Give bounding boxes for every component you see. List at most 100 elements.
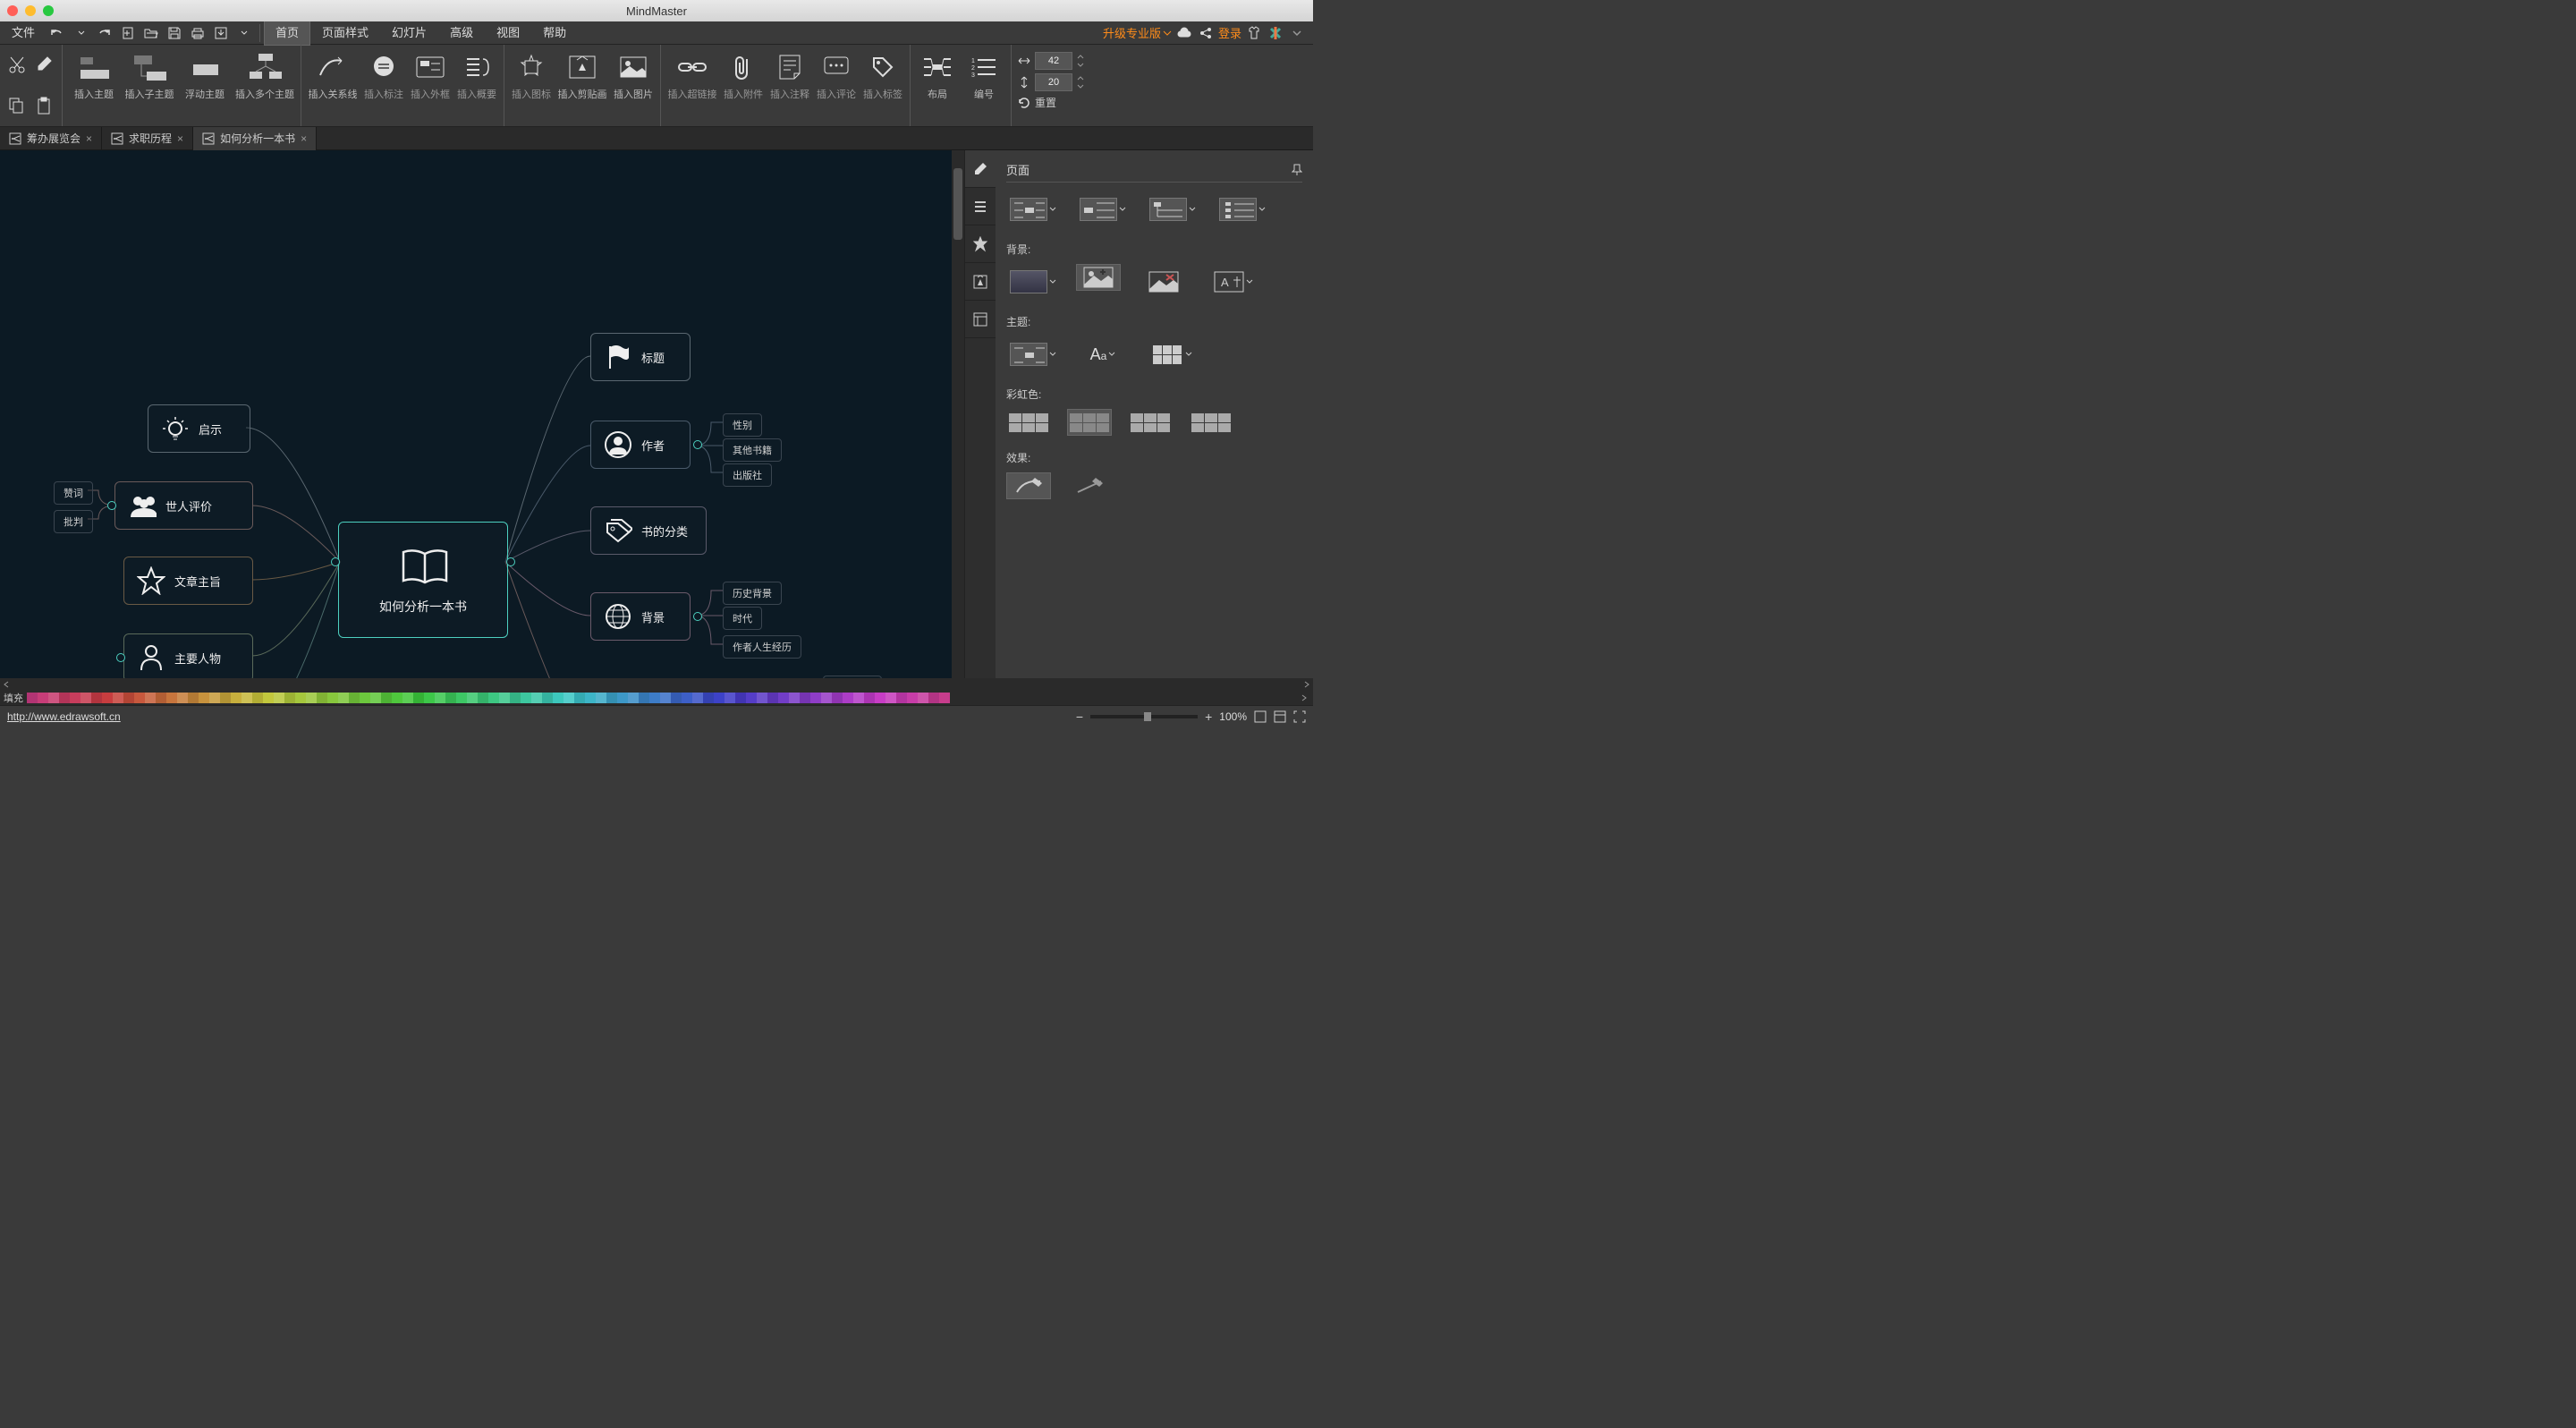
color-swatch[interactable] <box>231 693 242 703</box>
color-swatch[interactable] <box>242 693 252 703</box>
color-swatch[interactable] <box>295 693 306 703</box>
new-button[interactable] <box>118 23 138 43</box>
color-swatch[interactable] <box>188 693 199 703</box>
layout-right-button[interactable] <box>1076 191 1130 227</box>
color-swatch[interactable] <box>864 693 875 703</box>
menu-help[interactable]: 帮助 <box>531 21 578 46</box>
theme-font-button[interactable]: Aa <box>1076 336 1130 372</box>
panel-tab-layout[interactable] <box>965 301 996 338</box>
color-swatch[interactable] <box>445 693 456 703</box>
color-swatch[interactable] <box>832 693 843 703</box>
insert-image-button[interactable]: 插入图片 <box>612 48 655 123</box>
menu-slideshow[interactable]: 幻灯片 <box>380 21 438 46</box>
expand-button[interactable] <box>331 557 340 566</box>
color-swatch[interactable] <box>156 693 166 703</box>
subtopic-node[interactable]: 历史背景 <box>723 582 782 605</box>
color-swatch[interactable] <box>596 693 606 703</box>
color-swatch[interactable] <box>317 693 327 703</box>
color-swatch[interactable] <box>907 693 918 703</box>
insert-icon-button[interactable]: 插入图标 <box>510 48 553 123</box>
color-swatch[interactable] <box>102 693 113 703</box>
redo-button[interactable] <box>95 23 114 43</box>
color-swatch[interactable] <box>145 693 156 703</box>
color-swatch[interactable] <box>810 693 821 703</box>
fit-page-button[interactable] <box>1254 710 1267 723</box>
pin-panel-button[interactable] <box>1292 164 1302 176</box>
color-swatch[interactable] <box>553 693 564 703</box>
paste-button[interactable] <box>34 89 57 123</box>
color-swatch[interactable] <box>928 693 939 703</box>
doc-tab-2[interactable]: 求职历程 × <box>102 127 193 150</box>
rainbow-option-2[interactable] <box>1067 409 1112 436</box>
insert-note-button[interactable]: 插入注释 <box>768 48 811 123</box>
color-swatch[interactable] <box>402 693 413 703</box>
color-swatch[interactable] <box>789 693 800 703</box>
rainbow-option-3[interactable] <box>1128 409 1173 436</box>
watermark-button[interactable]: A <box>1207 264 1260 300</box>
color-swatch[interactable] <box>209 693 220 703</box>
color-swatch[interactable] <box>338 693 349 703</box>
color-swatch[interactable] <box>59 693 70 703</box>
spinner-icon[interactable] <box>1076 74 1085 90</box>
color-swatch[interactable] <box>703 693 714 703</box>
central-topic[interactable]: 如何分析一本书 <box>338 522 508 638</box>
color-swatch[interactable] <box>424 693 435 703</box>
color-swatch[interactable] <box>853 693 864 703</box>
color-swatch[interactable] <box>488 693 499 703</box>
theme-preset-button[interactable] <box>1006 336 1060 372</box>
color-swatch[interactable] <box>220 693 231 703</box>
menu-home[interactable]: 首页 <box>264 21 310 46</box>
color-swatch[interactable] <box>531 693 542 703</box>
color-swatch[interactable] <box>843 693 853 703</box>
color-swatch[interactable] <box>499 693 510 703</box>
expand-button[interactable] <box>506 557 515 566</box>
color-swatch[interactable] <box>306 693 317 703</box>
subtopic-node[interactable]: 赞词 <box>54 481 93 505</box>
color-swatch[interactable] <box>134 693 145 703</box>
topic-node[interactable]: 世人评价 <box>114 481 253 530</box>
export-button[interactable] <box>211 23 231 43</box>
topic-node[interactable]: 主要人物 <box>123 633 253 678</box>
topic-node[interactable]: 启示 <box>148 404 250 453</box>
undo-dropdown[interactable] <box>72 23 91 43</box>
print-button[interactable] <box>188 23 208 43</box>
zoom-level[interactable]: 100% <box>1219 710 1247 723</box>
save-button[interactable] <box>165 23 184 43</box>
subtopic-node[interactable]: 出版社 <box>723 463 772 487</box>
rainbow-option-4[interactable] <box>1189 409 1233 436</box>
color-swatch[interactable] <box>757 693 767 703</box>
insert-tag-button[interactable]: 插入标签 <box>861 48 904 123</box>
effect-normal-button[interactable] <box>1067 472 1112 499</box>
reset-button[interactable]: 重置 <box>1017 95 1085 110</box>
panel-tab-outline[interactable] <box>965 188 996 225</box>
login-button[interactable]: 登录 <box>1218 24 1241 41</box>
undo-button[interactable] <box>48 23 68 43</box>
color-swatch[interactable] <box>800 693 810 703</box>
color-swatch[interactable] <box>91 693 102 703</box>
color-swatch[interactable] <box>692 693 703 703</box>
color-swatch[interactable] <box>918 693 928 703</box>
subtopic-node[interactable]: 时代 <box>723 607 762 630</box>
insert-relationship-button[interactable]: 插入关系线 <box>307 48 359 123</box>
color-swatch[interactable] <box>628 693 639 703</box>
insert-clipart-button[interactable]: 插入剪贴画 <box>556 48 608 123</box>
scrollbar-thumb[interactable] <box>953 168 962 240</box>
window-minimize-button[interactable] <box>25 5 36 16</box>
color-swatch[interactable] <box>467 693 478 703</box>
color-swatch[interactable] <box>413 693 424 703</box>
color-swatches[interactable] <box>27 693 1299 703</box>
menu-file[interactable]: 文件 <box>0 21 47 46</box>
color-swatch[interactable] <box>875 693 886 703</box>
doc-tab-1[interactable]: 筹办展览会 × <box>0 127 102 150</box>
color-swatch[interactable] <box>177 693 188 703</box>
panel-tab-style[interactable] <box>965 150 996 188</box>
spinner-icon[interactable] <box>1076 53 1085 69</box>
topic-width-input[interactable] <box>1035 52 1072 70</box>
layout-radial-button[interactable] <box>1006 191 1060 227</box>
export-dropdown[interactable] <box>234 23 254 43</box>
subtopic-node[interactable]: 其他书籍 <box>723 438 782 462</box>
color-swatch[interactable] <box>370 693 381 703</box>
color-swatch[interactable] <box>263 693 274 703</box>
color-swatch[interactable] <box>767 693 778 703</box>
insert-hyperlink-button[interactable]: 插入超链接 <box>666 48 718 123</box>
